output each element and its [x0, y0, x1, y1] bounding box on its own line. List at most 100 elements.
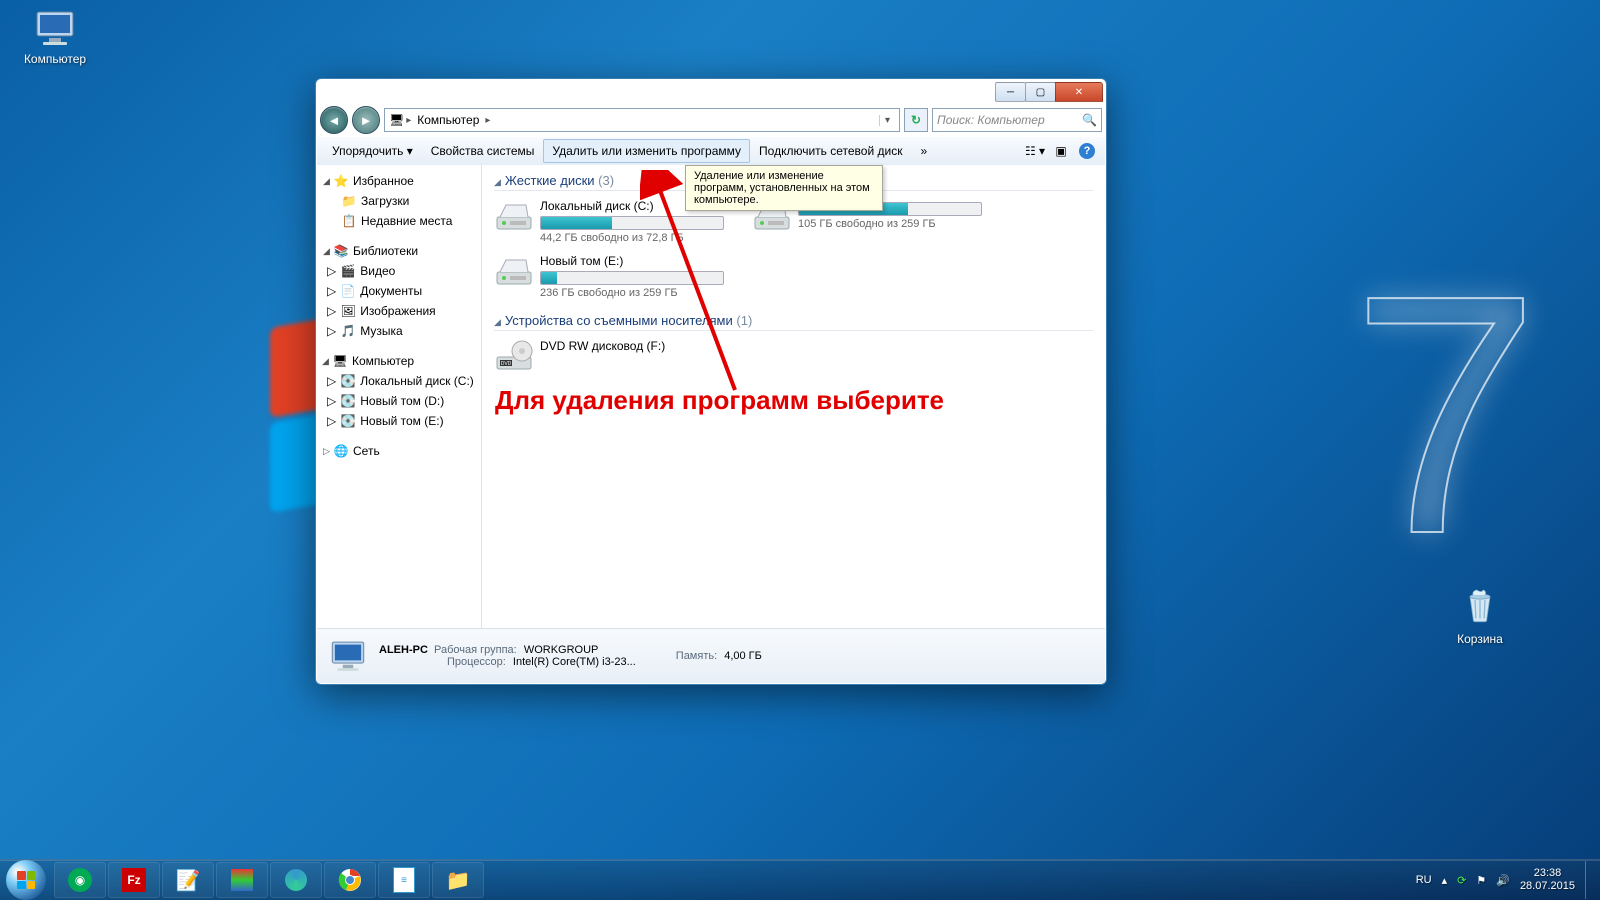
tray-sync-icon[interactable]: ⟳: [1457, 874, 1466, 887]
drive-free-space: 105 ГБ свободно из 259 ГБ: [798, 218, 982, 230]
tray-flag-icon[interactable]: ⚑: [1476, 874, 1486, 887]
nav-downloads[interactable]: 📁Загрузки: [319, 191, 479, 211]
dvd-icon: DVD: [494, 339, 534, 375]
desktop-icon-computer[interactable]: Компьютер: [15, 8, 95, 66]
pictures-icon: 🖼: [340, 303, 356, 319]
svg-text:DVD: DVD: [501, 361, 512, 367]
nav-pictures[interactable]: ▷🖼Изображения: [319, 301, 479, 321]
filezilla-icon: Fz: [122, 868, 146, 892]
document-icon: 📄: [340, 283, 356, 299]
nav-forward-button[interactable]: ►: [352, 106, 380, 134]
annotation-text: Для удаления программ выберите: [495, 385, 944, 416]
nav-recent[interactable]: 📋Недавние места: [319, 211, 479, 231]
nav-drive-e[interactable]: ▷💽Новый том (E:): [319, 411, 479, 431]
taskbar-app-writer[interactable]: ≡: [378, 862, 430, 898]
drive-icon: 💽: [340, 393, 356, 409]
drive-icon: [494, 199, 534, 235]
nav-libraries-header[interactable]: ◢📚Библиотеки: [319, 241, 479, 261]
system-properties-button[interactable]: Свойства системы: [422, 139, 544, 163]
nav-music[interactable]: ▷🎵Музыка: [319, 321, 479, 341]
notepadpp-icon: 📝: [176, 868, 201, 893]
drive-icon: 💽: [340, 413, 356, 429]
chrome-icon: [338, 868, 362, 892]
maximize-button[interactable]: ▢: [1025, 82, 1056, 102]
search-icon: 🔍: [1082, 113, 1097, 127]
minimize-button[interactable]: ─: [995, 82, 1026, 102]
taskbar-app-1[interactable]: ◉: [54, 862, 106, 898]
tray-volume-icon[interactable]: 🔊: [1496, 874, 1510, 887]
breadcrumb-arrow-icon: ▸: [483, 115, 492, 126]
addr-dropdown-icon[interactable]: ▾: [879, 115, 895, 126]
desktop-icon-computer-label: Компьютер: [15, 52, 95, 66]
computer-icon: 🖥: [389, 113, 404, 127]
taskbar-app-snip[interactable]: [270, 862, 322, 898]
nav-network[interactable]: ▷🌐Сеть: [319, 441, 479, 461]
trash-icon: [1456, 585, 1504, 625]
video-icon: 🎬: [340, 263, 356, 279]
nav-drive-c[interactable]: ▷💽Локальный диск (C:): [319, 371, 479, 391]
pc-name: ALEH-PC: [379, 644, 428, 656]
tray-show-hidden-icon[interactable]: ▴: [1442, 874, 1448, 887]
drive-icon: [494, 254, 534, 290]
tray-clock[interactable]: 23:38 28.07.2015: [1520, 867, 1575, 893]
breadcrumb-segment[interactable]: Компьютер: [413, 113, 483, 127]
drive-name: DVD RW дисковод (F:): [540, 339, 724, 353]
nav-computer[interactable]: ◢🖥Компьютер: [319, 351, 479, 371]
help-icon: ?: [1079, 143, 1095, 159]
drive-name: Новый том (E:): [540, 254, 724, 268]
drive-free-space: 44,2 ГБ свободно из 72,8 ГБ: [540, 232, 724, 244]
address-bar[interactable]: 🖥 ▸ Компьютер ▸ ▾: [384, 108, 900, 132]
computer-icon: 🖥: [332, 353, 348, 369]
computer-icon: [31, 8, 79, 48]
tooltip: Удаление или изменение программ, установ…: [685, 165, 883, 211]
taskbar: ◉ Fz 📝 ≡ 📁 RU ▴ ⟳ ⚑ 🔊 23:38 28.07.2015: [0, 859, 1600, 900]
media-icon: [231, 869, 253, 891]
drive-free-space: 236 ГБ свободно из 259 ГБ: [540, 287, 724, 299]
document-icon: ≡: [393, 867, 415, 893]
nav-videos[interactable]: ▷🎬Видео: [319, 261, 479, 281]
toolbar-overflow-button[interactable]: »: [911, 139, 936, 163]
toolbar: Упорядочить ▾ Свойства системы Удалить и…: [317, 137, 1105, 166]
taskbar-app-notepadpp[interactable]: 📝: [162, 862, 214, 898]
uninstall-program-button[interactable]: Удалить или изменить программу: [543, 139, 750, 163]
taskbar-app-explorer[interactable]: 📁: [432, 862, 484, 898]
nav-back-button[interactable]: ◄: [320, 106, 348, 134]
map-network-drive-button[interactable]: Подключить сетевой диск: [750, 139, 911, 163]
preview-pane-button[interactable]: ▣: [1049, 139, 1073, 163]
drive-dvd[interactable]: DVD DVD RW дисковод (F:): [494, 339, 724, 375]
taskbar-app-chrome[interactable]: [324, 862, 376, 898]
folder-icon: 📁: [446, 868, 471, 893]
desktop-icon-trash[interactable]: Корзина: [1440, 585, 1520, 646]
nav-documents[interactable]: ▷📄Документы: [319, 281, 479, 301]
details-pane: ALEH-PC Рабочая группа: WORKGROUP Процес…: [317, 628, 1105, 683]
star-icon: ⭐: [333, 173, 349, 189]
tray-lang[interactable]: RU: [1416, 874, 1432, 886]
search-box[interactable]: Поиск: Компьютер 🔍: [932, 108, 1102, 132]
nav-favorites-header[interactable]: ◢⭐Избранное: [319, 171, 479, 191]
libraries-icon: 📚: [333, 243, 349, 259]
drive-icon: 💽: [340, 373, 356, 389]
close-button[interactable]: ✕: [1055, 82, 1103, 102]
start-button[interactable]: [6, 860, 46, 900]
section-removable[interactable]: ◢Устройства со съемными носителями (1): [494, 313, 1093, 331]
nav-drive-d[interactable]: ▷💽Новый том (D:): [319, 391, 479, 411]
breadcrumb-arrow-icon: ▸: [404, 115, 413, 126]
refresh-button[interactable]: ↻: [904, 108, 928, 132]
search-placeholder: Поиск: Компьютер: [937, 113, 1045, 127]
help-button[interactable]: ?: [1075, 139, 1099, 163]
windows-7-logo: 7: [1351, 220, 1540, 611]
drive-usage-bar: [540, 216, 724, 230]
organize-button[interactable]: Упорядочить ▾: [323, 139, 422, 163]
network-icon: 🌐: [333, 443, 349, 459]
view-options-button[interactable]: ☷ ▾: [1023, 139, 1047, 163]
recent-icon: 📋: [341, 213, 357, 229]
nav-pane: ◢⭐Избранное 📁Загрузки 📋Недавние места ◢📚…: [317, 165, 482, 636]
show-desktop-button[interactable]: [1585, 861, 1594, 899]
computer-icon: [327, 637, 369, 675]
drive-e[interactable]: Новый том (E:) 236 ГБ свободно из 259 ГБ: [494, 254, 724, 299]
app-green-icon: ◉: [68, 868, 92, 892]
drive-usage-bar: [540, 271, 724, 285]
taskbar-app-filezilla[interactable]: Fz: [108, 862, 160, 898]
windows-logo-icon: [17, 871, 35, 889]
taskbar-app-media[interactable]: [216, 862, 268, 898]
